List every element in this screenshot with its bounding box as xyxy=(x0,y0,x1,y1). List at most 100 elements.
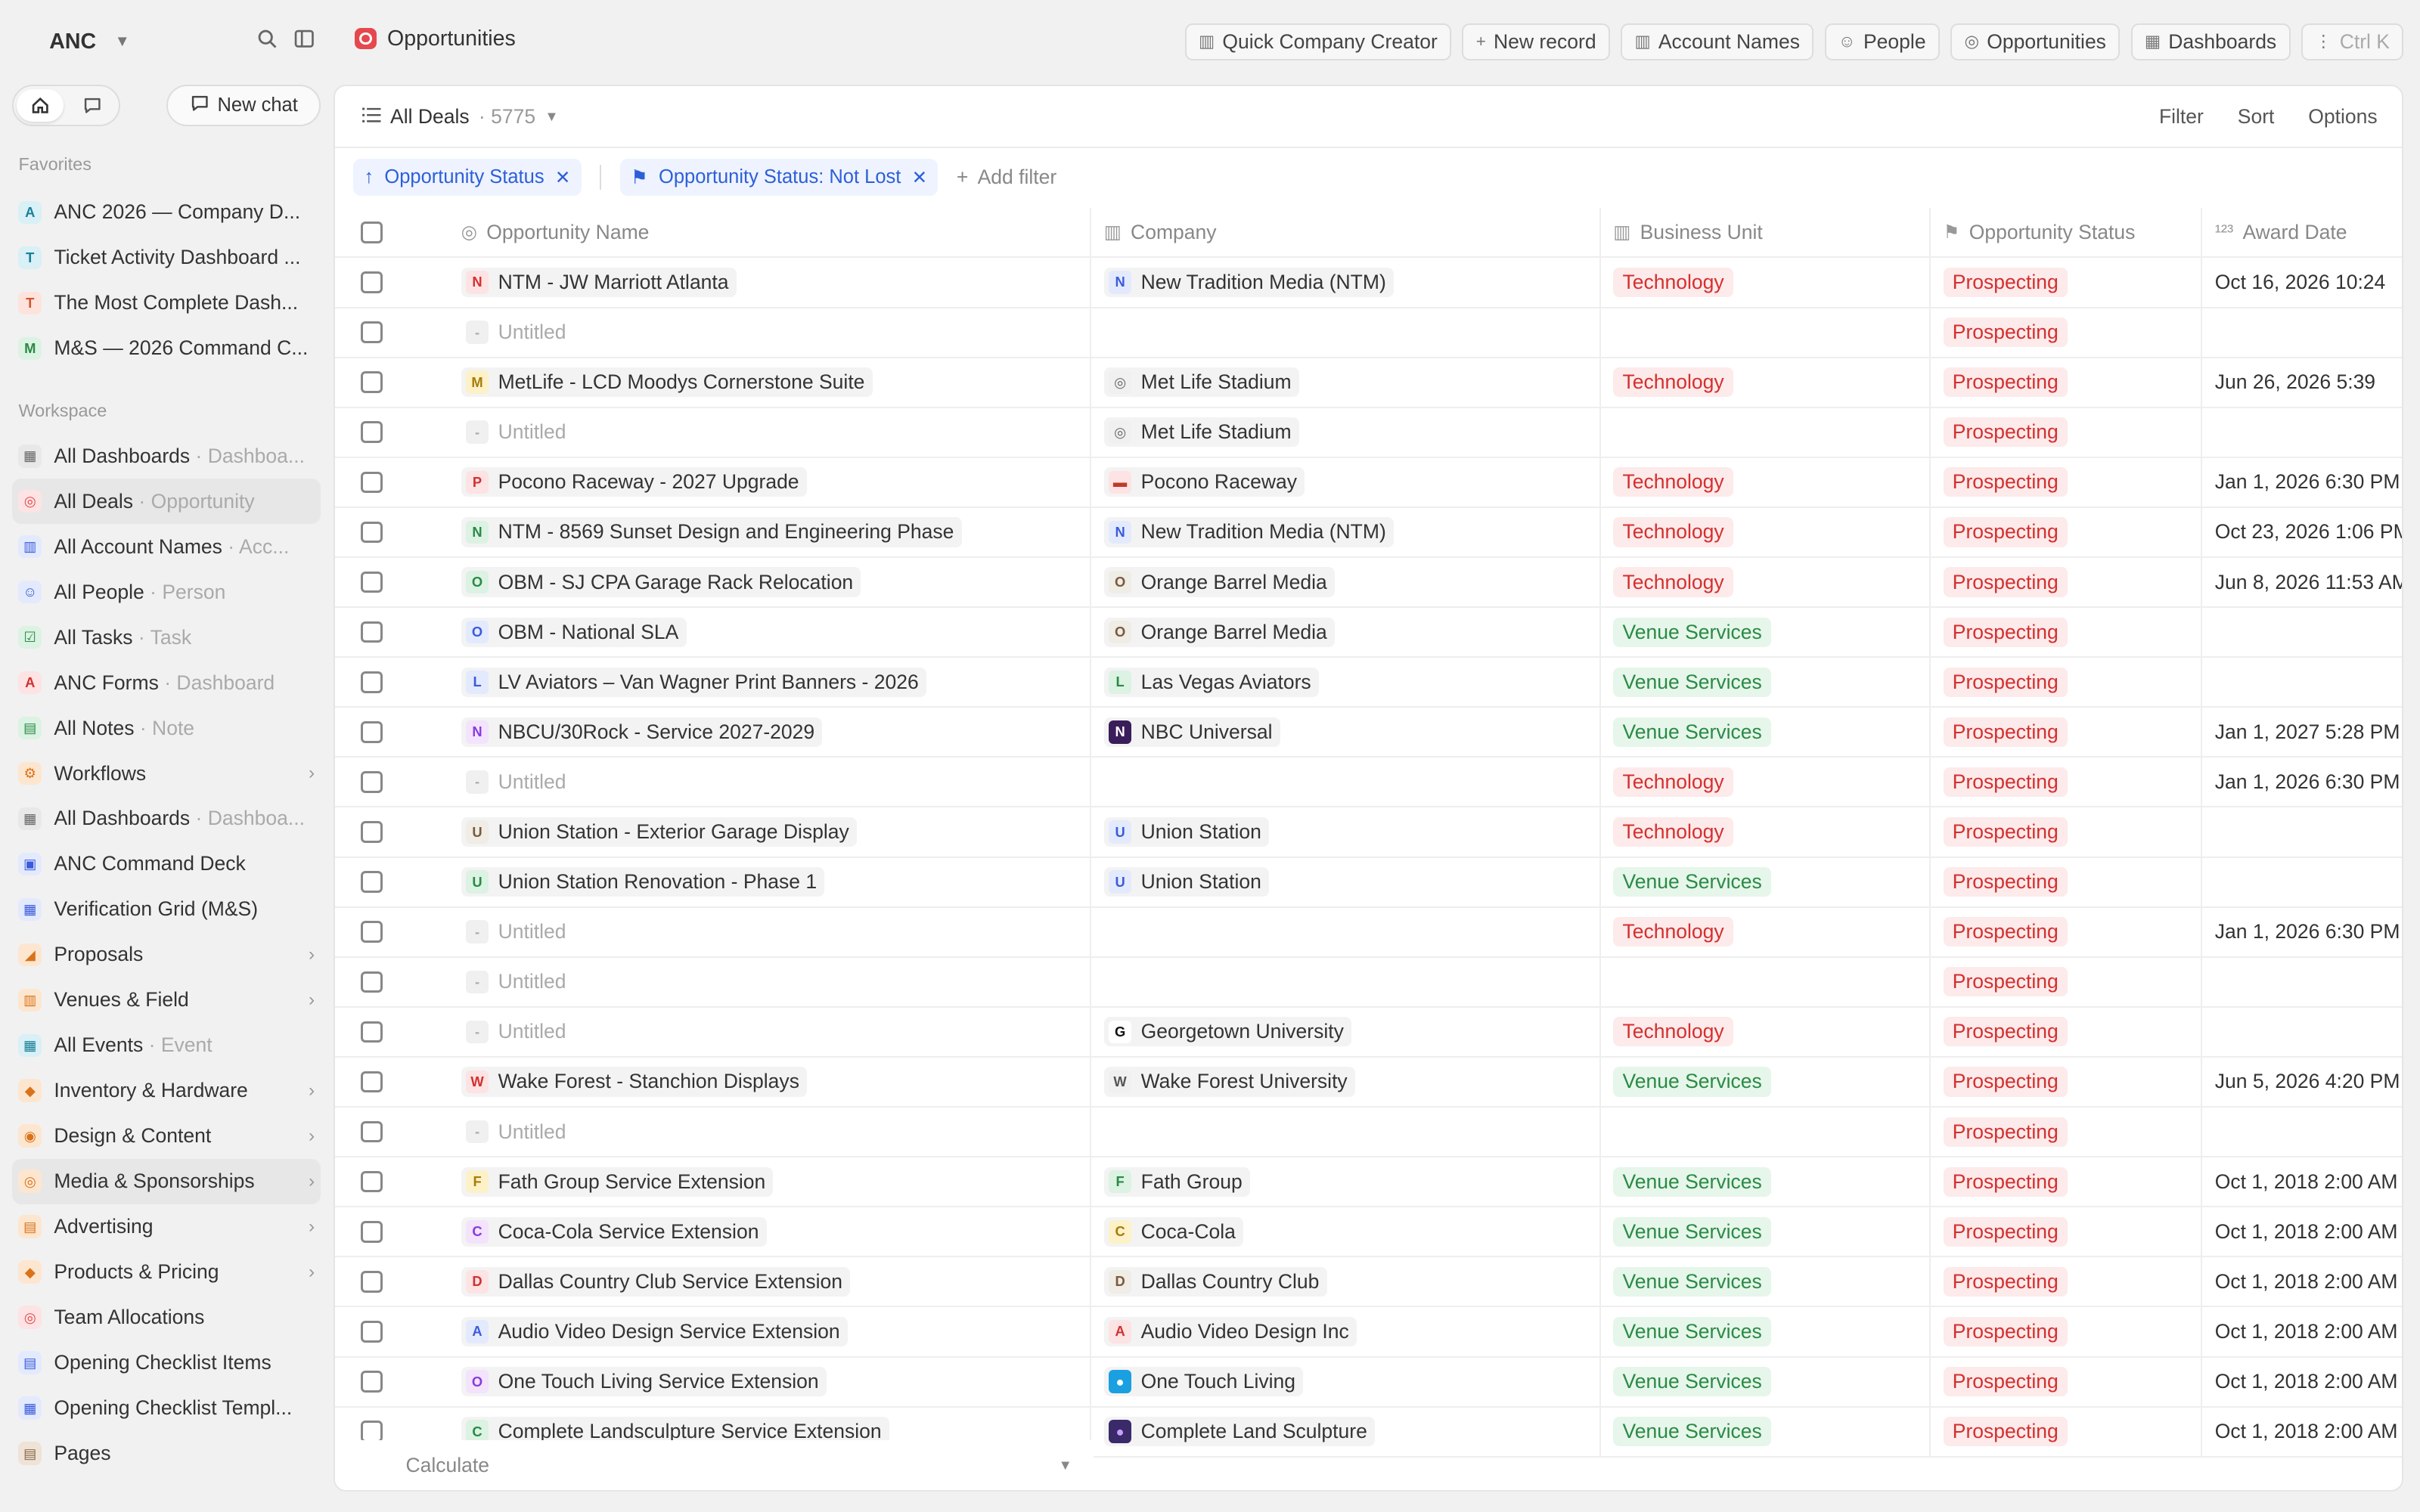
row-checkbox[interactable] xyxy=(361,271,383,293)
table-row[interactable]: C Coca-Cola Service Extension C Coca-Cola Ve… xyxy=(334,1207,2403,1258)
company-cell[interactable]: ◎ Met Life Stadium xyxy=(1091,358,1601,407)
table-row[interactable]: W Wake Forest - Stanchion Displays W Wake F… xyxy=(334,1057,2403,1108)
opportunity-name-cell[interactable]: U Union Station Renovation - Phase 1 xyxy=(405,857,1092,906)
row-checkbox-cell[interactable] xyxy=(335,558,406,606)
sort-chip[interactable]: ↑ Opportunity Status ✕ xyxy=(353,159,582,197)
company-cell[interactable]: N NBC Universal xyxy=(1091,708,1601,757)
opportunity-chip[interactable]: C Coca-Cola Service Extension xyxy=(461,1216,767,1247)
row-checkbox[interactable] xyxy=(361,771,383,793)
row-checkbox[interactable] xyxy=(361,1070,383,1093)
opportunity-chip[interactable]: W Wake Forest - Stanchion Displays xyxy=(461,1067,808,1097)
business-unit-cell[interactable]: Technology xyxy=(1601,1007,1931,1056)
opportunity-status-cell[interactable]: Prospecting xyxy=(1931,608,2203,657)
business-unit-cell[interactable]: Venue Services xyxy=(1601,857,1931,906)
business-unit-cell[interactable]: Venue Services xyxy=(1601,1407,1931,1456)
opportunity-chip[interactable]: - Untitled xyxy=(461,417,574,447)
award-date-cell[interactable] xyxy=(2202,807,2402,856)
row-checkbox[interactable] xyxy=(361,871,383,893)
company-cell[interactable]: A Audio Video Design Inc xyxy=(1091,1307,1601,1356)
award-date-cell[interactable]: Jun 8, 2026 11:53 AM xyxy=(2202,558,2403,606)
opportunity-name-cell[interactable]: - Untitled xyxy=(405,1007,1092,1056)
sidebar-item[interactable]: ▦ Verification Grid (M&S) xyxy=(12,887,321,932)
opportunity-chip[interactable]: U Union Station Renovation - Phase 1 xyxy=(461,867,825,897)
column-header[interactable]: ◎ Opportunity Name xyxy=(405,208,1092,257)
business-unit-cell[interactable]: Venue Services xyxy=(1601,708,1931,757)
add-filter-button[interactable]: + Add filter xyxy=(957,166,1056,189)
opportunity-name-cell[interactable]: P Pocono Raceway - 2027 Upgrade xyxy=(405,457,1092,507)
table-row[interactable]: O One Touch Living Service Extension ● One … xyxy=(334,1357,2403,1408)
company-cell[interactable] xyxy=(1091,758,1601,807)
award-date-cell[interactable] xyxy=(2202,1108,2402,1156)
row-checkbox-cell[interactable] xyxy=(335,1207,406,1256)
business-unit-cell[interactable]: Venue Services xyxy=(1601,1057,1931,1107)
sidebar-item[interactable]: ◆ Inventory & Hardware › xyxy=(12,1068,321,1114)
company-chip[interactable]: ● One Touch Living xyxy=(1103,1366,1304,1397)
opportunity-name-cell[interactable]: F Fath Group Service Extension xyxy=(405,1157,1092,1207)
opportunity-status-cell[interactable]: Prospecting xyxy=(1931,1407,2203,1456)
opportunity-name-cell[interactable]: M MetLife - LCD Moodys Cornerstone Suite xyxy=(405,358,1092,407)
row-checkbox[interactable] xyxy=(361,1220,383,1243)
table-row[interactable]: - Untitled Prospecting xyxy=(334,1108,2403,1158)
opportunity-name-cell[interactable]: N NTM - JW Marriott Atlanta xyxy=(405,258,1092,307)
row-checkbox[interactable] xyxy=(361,621,383,643)
award-date-cell[interactable]: Oct 1, 2018 2:00 AM xyxy=(2202,1408,2402,1456)
view-selector[interactable]: All Deals · 5775 ▼ xyxy=(362,105,559,129)
header-action-button[interactable]: ▥ Account Names xyxy=(1621,23,1814,60)
home-icon[interactable] xyxy=(17,89,64,122)
company-chip[interactable]: ◎ Met Life Stadium xyxy=(1103,367,1299,398)
opportunity-name-cell[interactable]: D Dallas Country Club Service Extension xyxy=(405,1257,1092,1306)
business-unit-cell[interactable]: Technology xyxy=(1601,258,1931,307)
award-date-cell[interactable]: Jun 26, 2026 5:39 xyxy=(2202,358,2402,407)
company-chip[interactable]: F Fath Group xyxy=(1103,1167,1250,1197)
row-checkbox-cell[interactable] xyxy=(335,1008,406,1056)
close-icon[interactable]: ✕ xyxy=(912,166,928,189)
column-header[interactable]: ▥ Business Unit xyxy=(1601,208,1931,257)
row-checkbox[interactable] xyxy=(361,571,383,593)
opportunity-chip[interactable]: N NBCU/30Rock - Service 2027-2029 xyxy=(461,717,823,747)
select-all-checkbox[interactable] xyxy=(335,208,406,256)
company-chip[interactable]: O Orange Barrel Media xyxy=(1103,567,1335,597)
sidebar-item[interactable]: ▤ Opening Checklist Items xyxy=(12,1340,321,1386)
company-chip[interactable]: D Dallas Country Club xyxy=(1103,1266,1327,1297)
row-checkbox-cell[interactable] xyxy=(335,358,406,407)
award-date-cell[interactable]: Oct 1, 2018 2:00 AM xyxy=(2202,1257,2402,1306)
column-header[interactable]: ¹²³ Award Date xyxy=(2202,208,2402,256)
opportunity-name-cell[interactable]: U Union Station - Exterior Garage Display xyxy=(405,807,1092,857)
opportunity-status-cell[interactable]: Prospecting xyxy=(1931,358,2203,407)
column-header[interactable]: ▥ Company xyxy=(1091,208,1601,257)
workspace-switcher[interactable]: ANC ▼ xyxy=(18,22,130,62)
row-checkbox-cell[interactable] xyxy=(335,1058,406,1106)
row-checkbox-cell[interactable] xyxy=(335,308,406,357)
opportunity-status-cell[interactable]: Prospecting xyxy=(1931,258,2203,307)
table-row[interactable]: - Untitled Prospecting xyxy=(334,957,2403,1008)
sidebar-favorite-item[interactable]: A ANC 2026 — Company D... xyxy=(12,190,321,235)
business-unit-cell[interactable] xyxy=(1601,957,1931,1006)
company-cell[interactable] xyxy=(1091,907,1601,956)
sidebar-item[interactable]: ▥ All Account Names · Acc... xyxy=(12,524,321,569)
company-chip[interactable]: ▬ Pocono Raceway xyxy=(1103,467,1305,497)
opportunity-status-cell[interactable]: Prospecting xyxy=(1931,1007,2203,1056)
business-unit-cell[interactable] xyxy=(1601,1108,1931,1157)
opportunity-status-cell[interactable]: Prospecting xyxy=(1931,407,2203,457)
company-cell[interactable]: U Union Station xyxy=(1091,807,1601,857)
opportunity-status-cell[interactable]: Prospecting xyxy=(1931,1207,2203,1256)
opportunity-status-cell[interactable]: Prospecting xyxy=(1931,1057,2203,1107)
company-cell[interactable]: O Orange Barrel Media xyxy=(1091,558,1601,607)
table-row[interactable]: P Pocono Raceway - 2027 Upgrade ▬ Pocono Ra… xyxy=(334,457,2403,508)
company-chip[interactable]: W Wake Forest University xyxy=(1103,1067,1355,1097)
opportunity-chip[interactable]: - Untitled xyxy=(461,1117,574,1147)
header-action-button[interactable]: ▥ Quick Company Creator xyxy=(1184,23,1452,60)
opportunity-chip[interactable]: O OBM - National SLA xyxy=(461,617,687,647)
business-unit-cell[interactable]: Technology xyxy=(1601,907,1931,956)
sidebar-item[interactable]: ◉ Design & Content › xyxy=(12,1114,321,1159)
company-chip[interactable]: ● Complete Land Sculpture xyxy=(1103,1417,1376,1447)
row-checkbox-cell[interactable] xyxy=(335,1108,406,1156)
opportunity-name-cell[interactable]: - Untitled xyxy=(405,1108,1092,1157)
row-checkbox-cell[interactable] xyxy=(335,258,406,306)
opportunity-chip[interactable]: - Untitled xyxy=(461,767,574,797)
row-checkbox[interactable] xyxy=(361,1120,383,1143)
sidebar-item[interactable]: ▤ Advertising › xyxy=(12,1204,321,1250)
close-icon[interactable]: ✕ xyxy=(555,166,571,189)
award-date-cell[interactable]: Oct 1, 2018 2:00 AM xyxy=(2202,1207,2402,1256)
company-cell[interactable]: O Orange Barrel Media xyxy=(1091,608,1601,657)
